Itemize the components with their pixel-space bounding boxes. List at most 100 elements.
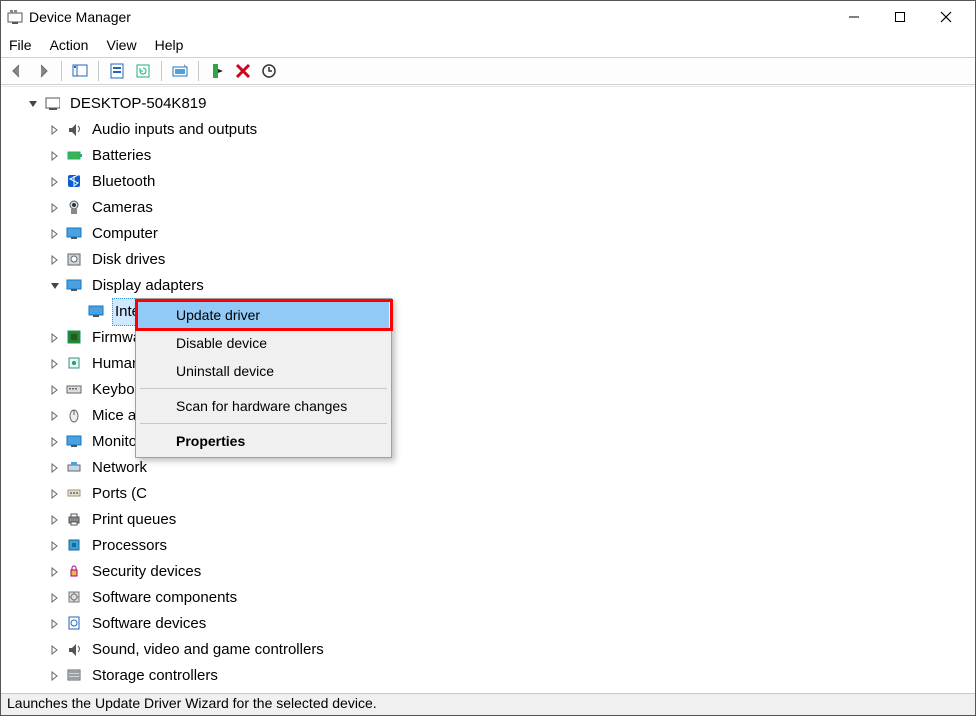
scan-hardware-button[interactable] bbox=[257, 60, 281, 82]
menubar: File Action View Help bbox=[1, 33, 975, 57]
tree-category[interactable]: Software components bbox=[10, 585, 974, 611]
minimize-button[interactable] bbox=[831, 1, 877, 33]
toolbar bbox=[1, 57, 975, 85]
tree-category-label: Disk drives bbox=[90, 247, 167, 273]
properties-button[interactable] bbox=[105, 60, 129, 82]
expand-collapse-icon[interactable] bbox=[48, 253, 62, 267]
expand-collapse-icon[interactable] bbox=[48, 591, 62, 605]
tree-category[interactable]: Audio inputs and outputs bbox=[10, 117, 974, 143]
tree-category-label: Processors bbox=[90, 533, 169, 559]
uninstall-button[interactable] bbox=[231, 60, 255, 82]
tree-category-label: Print queues bbox=[90, 507, 178, 533]
expand-collapse-icon[interactable] bbox=[48, 435, 62, 449]
context-menu-item[interactable]: Scan for hardware changes bbox=[138, 392, 389, 420]
tree-category-label: System devices bbox=[90, 689, 199, 691]
device-category-icon bbox=[66, 381, 84, 399]
context-menu-item[interactable]: Properties bbox=[138, 427, 389, 455]
expand-collapse-icon[interactable] bbox=[48, 643, 62, 657]
show-hide-console-button[interactable] bbox=[68, 60, 92, 82]
tree-category[interactable]: Ports (C bbox=[10, 481, 974, 507]
expand-collapse-icon[interactable] bbox=[48, 331, 62, 345]
device-category-icon bbox=[66, 173, 84, 191]
toolbar-separator bbox=[98, 61, 99, 81]
tree-category[interactable]: Disk drives bbox=[10, 247, 974, 273]
tree-root[interactable]: DESKTOP-504K819 bbox=[10, 91, 974, 117]
toolbar-separator bbox=[161, 61, 162, 81]
tree-category-label: Software components bbox=[90, 585, 239, 611]
context-menu-separator bbox=[140, 388, 387, 389]
forward-button[interactable] bbox=[31, 60, 55, 82]
device-category-icon bbox=[66, 641, 84, 659]
device-category-icon bbox=[66, 537, 84, 555]
device-category-icon bbox=[66, 277, 84, 295]
menu-view[interactable]: View bbox=[106, 37, 136, 53]
expand-collapse-icon[interactable] bbox=[48, 201, 62, 215]
tree-category[interactable]: System devices bbox=[10, 689, 974, 691]
tree-category[interactable]: Network bbox=[10, 455, 974, 481]
expand-collapse-icon[interactable] bbox=[48, 461, 62, 475]
expand-collapse-icon[interactable] bbox=[48, 175, 62, 189]
expand-collapse-icon[interactable] bbox=[48, 409, 62, 423]
context-menu-item[interactable]: Disable device bbox=[138, 329, 389, 357]
expand-collapse-icon[interactable] bbox=[48, 487, 62, 501]
tree-category[interactable]: Processors bbox=[10, 533, 974, 559]
tree-category[interactable]: Display adapters bbox=[10, 273, 974, 299]
expand-collapse-icon[interactable] bbox=[48, 123, 62, 137]
maximize-button[interactable] bbox=[877, 1, 923, 33]
tree-category-label: Audio inputs and outputs bbox=[90, 117, 259, 143]
expand-collapse-icon[interactable] bbox=[48, 227, 62, 241]
statusbar: Launches the Update Driver Wizard for th… bbox=[1, 693, 975, 715]
menu-help[interactable]: Help bbox=[155, 37, 184, 53]
context-menu-separator bbox=[140, 423, 387, 424]
menu-file[interactable]: File bbox=[9, 37, 32, 53]
refresh-button[interactable] bbox=[131, 60, 155, 82]
tree-category[interactable]: Sound, video and game controllers bbox=[10, 637, 974, 663]
tree-category-label: Ports (C bbox=[90, 481, 149, 507]
context-menu-item[interactable]: Uninstall device bbox=[138, 357, 389, 385]
tree-category[interactable]: Print queues bbox=[10, 507, 974, 533]
expand-collapse-icon[interactable] bbox=[48, 149, 62, 163]
device-category-icon bbox=[66, 407, 84, 425]
tree-root-label: DESKTOP-504K819 bbox=[68, 91, 208, 117]
device-category-icon bbox=[66, 251, 84, 269]
window-title: Device Manager bbox=[29, 9, 131, 25]
expand-collapse-icon[interactable] bbox=[48, 617, 62, 631]
device-category-icon bbox=[66, 147, 84, 165]
device-category-icon bbox=[66, 615, 84, 633]
tree-category[interactable]: Software devices bbox=[10, 611, 974, 637]
tree-category-label: Monito bbox=[90, 429, 139, 455]
device-category-icon bbox=[66, 329, 84, 347]
device-category-icon bbox=[66, 589, 84, 607]
expand-collapse-icon[interactable] bbox=[26, 97, 40, 111]
tree-category-label: Batteries bbox=[90, 143, 153, 169]
close-button[interactable] bbox=[923, 1, 969, 33]
tree-category[interactable]: Batteries bbox=[10, 143, 974, 169]
update-driver-button[interactable] bbox=[168, 60, 192, 82]
expand-collapse-icon[interactable] bbox=[48, 539, 62, 553]
context-menu: Update driverDisable deviceUninstall dev… bbox=[135, 298, 392, 458]
enable-device-button[interactable] bbox=[205, 60, 229, 82]
device-category-icon bbox=[66, 433, 84, 451]
device-category-icon bbox=[66, 199, 84, 217]
expand-collapse-icon[interactable] bbox=[48, 383, 62, 397]
tree-category-label: Display adapters bbox=[90, 273, 206, 299]
tree-category[interactable]: Security devices bbox=[10, 559, 974, 585]
tree-category-label: Computer bbox=[90, 221, 160, 247]
expand-collapse-icon[interactable] bbox=[48, 357, 62, 371]
device-category-icon bbox=[66, 225, 84, 243]
toolbar-separator bbox=[198, 61, 199, 81]
display-adapter-icon bbox=[88, 303, 106, 321]
tree-category-label: Sound, video and game controllers bbox=[90, 637, 326, 663]
tree-category[interactable]: Computer bbox=[10, 221, 974, 247]
expand-collapse-icon[interactable] bbox=[48, 513, 62, 527]
device-category-icon bbox=[66, 485, 84, 503]
expand-collapse-icon[interactable] bbox=[48, 565, 62, 579]
menu-action[interactable]: Action bbox=[50, 37, 89, 53]
expand-collapse-icon[interactable] bbox=[48, 279, 62, 293]
tree-category[interactable]: Bluetooth bbox=[10, 169, 974, 195]
tree-category[interactable]: Cameras bbox=[10, 195, 974, 221]
back-button[interactable] bbox=[5, 60, 29, 82]
context-menu-item[interactable]: Update driver bbox=[138, 301, 389, 329]
expand-collapse-icon[interactable] bbox=[48, 669, 62, 683]
tree-category[interactable]: Storage controllers bbox=[10, 663, 974, 689]
